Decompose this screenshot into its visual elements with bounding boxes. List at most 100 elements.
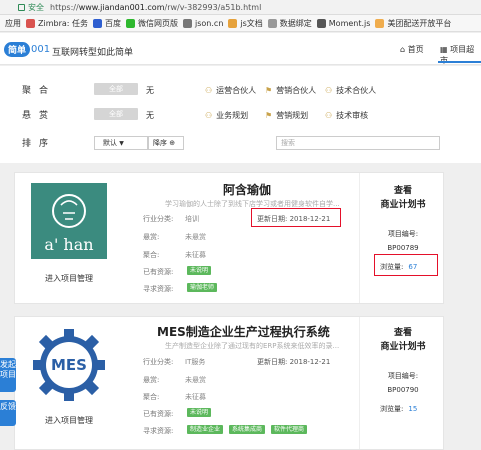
sort-order-button[interactable]: 降序 ⊕ [148, 136, 184, 150]
filter-ops-partner[interactable]: ⚇ 运营合伙人 [205, 85, 256, 96]
filter-reward-all[interactable]: 全部 [94, 108, 138, 120]
view-bp-button[interactable]: 查看 [360, 325, 446, 338]
highlight-box [251, 208, 341, 227]
resource-tag: 未说明 [187, 408, 212, 417]
view-count: 浏览量: 15 [380, 405, 418, 413]
enter-project-management[interactable]: 进入项目管理 [31, 273, 107, 284]
seeking-tag: 系统集成商 [229, 425, 266, 434]
resources-label: 已有资源: [143, 410, 174, 418]
update-date: 更新日期: 2018-12-21 [257, 358, 331, 366]
project-card: MES 进入项目管理 MES制造企业生产过程执行系统 生产制造型企业除了通过现有… [14, 316, 444, 450]
nav-home[interactable]: ⌂ 首页 [400, 44, 424, 55]
reward-value: 未悬赏 [185, 376, 206, 384]
industry-value: IT服务 [185, 358, 206, 366]
seeking-label: 寻求资源: [143, 427, 174, 435]
project-number-label: 项目编号: [387, 230, 419, 238]
gather-value: 未征募 [185, 251, 206, 259]
logo-text: a' han [44, 235, 94, 254]
project-desc: 生产制造型企业除了通过现有的ERP系统来低效率的录... [165, 342, 340, 350]
flag-icon: ⚑ [265, 86, 273, 95]
filter-reward-label: 悬赏 [22, 111, 57, 121]
project-number: BP00789 [387, 244, 419, 252]
bookmark-wechat[interactable]: 微信网页版 [126, 18, 178, 29]
start-project-button[interactable]: 发起项目 [0, 358, 16, 392]
lock-icon [18, 3, 25, 11]
bookmark-json[interactable]: json.cn [183, 18, 223, 28]
project-number-label: 项目编号: [387, 372, 419, 380]
bookmark-jsdoc[interactable]: js文档 [228, 18, 263, 29]
filter-marketing-partner[interactable]: ⚑ 营销合伙人 [265, 85, 316, 96]
sort-default-select[interactable]: 默认 ▼ [94, 136, 148, 150]
feedback-button[interactable]: 反馈 [0, 400, 16, 426]
project-card: a' han 进入项目管理 阿含瑜伽 学习瑜伽的人士除了到线下店学习或者用健身软… [14, 172, 444, 304]
filter-reward-none[interactable]: 无 [146, 110, 154, 121]
bookmark-apps[interactable]: 应用 [5, 18, 21, 29]
people-icon: ⚇ [325, 111, 333, 120]
logo-text: MES [51, 356, 87, 374]
gather-label: 聚合: [143, 251, 160, 259]
site-slogan: 互联网转型如此简单 [52, 48, 134, 58]
enter-project-management[interactable]: 进入项目管理 [31, 415, 107, 426]
baidu-icon [93, 18, 103, 28]
nav-active-indicator [438, 61, 481, 63]
bp-column: 查看 商业计划书 项目编号: BP00789 浏览量: 67 [359, 173, 445, 303]
resources-label: 已有资源: [143, 268, 174, 276]
bookmark-meituan[interactable]: 美团配送开放平台 [375, 18, 451, 29]
seeking-label: 寻求资源: [143, 285, 174, 293]
bp-column: 查看 商业计划书 项目编号: BP00790 浏览量: 15 [359, 317, 445, 449]
plus-circle-icon: ⊕ [169, 139, 176, 147]
folder-icon [183, 18, 193, 28]
reward-label: 悬赏: [143, 376, 160, 384]
bookmark-baidu[interactable]: 百度 [93, 18, 121, 29]
secure-label: 安全 [28, 2, 44, 12]
site-logo[interactable]: 简单 001 [4, 41, 50, 57]
page-icon [267, 18, 277, 28]
bookmark-zimbra[interactable]: Zimbra: 任务 [26, 18, 88, 29]
project-logo[interactable]: MES [31, 327, 107, 403]
project-title[interactable]: MES制造企业生产过程执行系统 [157, 323, 330, 340]
house-icon: ⌂ [400, 45, 406, 54]
zimbra-icon [26, 18, 35, 28]
filter-gather-none[interactable]: 无 [146, 85, 154, 96]
project-number: BP00790 [387, 386, 419, 394]
grid-icon: ▦ [440, 45, 448, 54]
filter-marketing-plan[interactable]: ⚑ 营销规划 [265, 110, 308, 121]
url-text[interactable]: https://www.jiandan001.com/rw/v-382993/a… [50, 3, 261, 12]
bp-label[interactable]: 商业计划书 [360, 197, 446, 210]
filter-gather-all[interactable]: 全部 [94, 83, 138, 95]
bp-label[interactable]: 商业计划书 [360, 339, 446, 352]
wechat-icon [126, 18, 136, 28]
gather-value: 未征募 [185, 393, 206, 401]
browser-url-bar[interactable]: 安全 https://www.jiandan001.com/rw/v-38299… [0, 0, 481, 15]
search-input[interactable]: 搜索 [276, 136, 440, 150]
resource-tag: 未说明 [187, 266, 212, 275]
page-icon [316, 18, 326, 28]
sort-label: 排序 [22, 139, 57, 149]
filter-tech-partner[interactable]: ⚇ 技术合伙人 [325, 85, 376, 96]
industry-label: 行业分类: [143, 215, 174, 223]
meituan-icon [375, 18, 385, 28]
flag-icon: ⚑ [265, 111, 273, 120]
highlight-box [374, 254, 438, 276]
folder-icon [228, 18, 238, 28]
bookmark-databind[interactable]: 数据绑定 [267, 18, 312, 29]
caret-down-icon: ▼ [119, 140, 124, 147]
seeking-tag: 软件代理商 [271, 425, 308, 434]
people-icon: ⚇ [205, 111, 213, 120]
filter-gather-label: 聚合 [22, 86, 57, 96]
seeking-tag: 瑜伽老师 [187, 283, 218, 292]
filter-tech-review[interactable]: ⚇ 技术审核 [325, 110, 368, 121]
project-title[interactable]: 阿含瑜伽 [223, 181, 271, 198]
bookmarks-bar: 应用 Zimbra: 任务 百度 微信网页版 json.cn js文档 数据绑定… [0, 15, 481, 32]
seeking-tag: 制造业企业 [187, 425, 224, 434]
project-logo[interactable]: a' han [31, 183, 107, 259]
view-bp-button[interactable]: 查看 [360, 183, 446, 196]
people-icon: ⚇ [205, 86, 213, 95]
filter-panel: 聚合 全部 无 ⚇ 运营合伙人 ⚑ 营销合伙人 ⚇ 技术合伙人 悬赏 全部 无 ⚇ 业务… [0, 66, 481, 163]
bookmark-moment[interactable]: Moment.js [316, 18, 370, 28]
site-header: 简单 001 互联网转型如此简单 ⌂ 首页 ▦ 项目超市 [0, 33, 481, 65]
filter-business-plan[interactable]: ⚇ 业务规划 [205, 110, 248, 121]
people-icon: ⚇ [325, 86, 333, 95]
gather-label: 聚合: [143, 393, 160, 401]
industry-label: 行业分类: [143, 358, 174, 366]
